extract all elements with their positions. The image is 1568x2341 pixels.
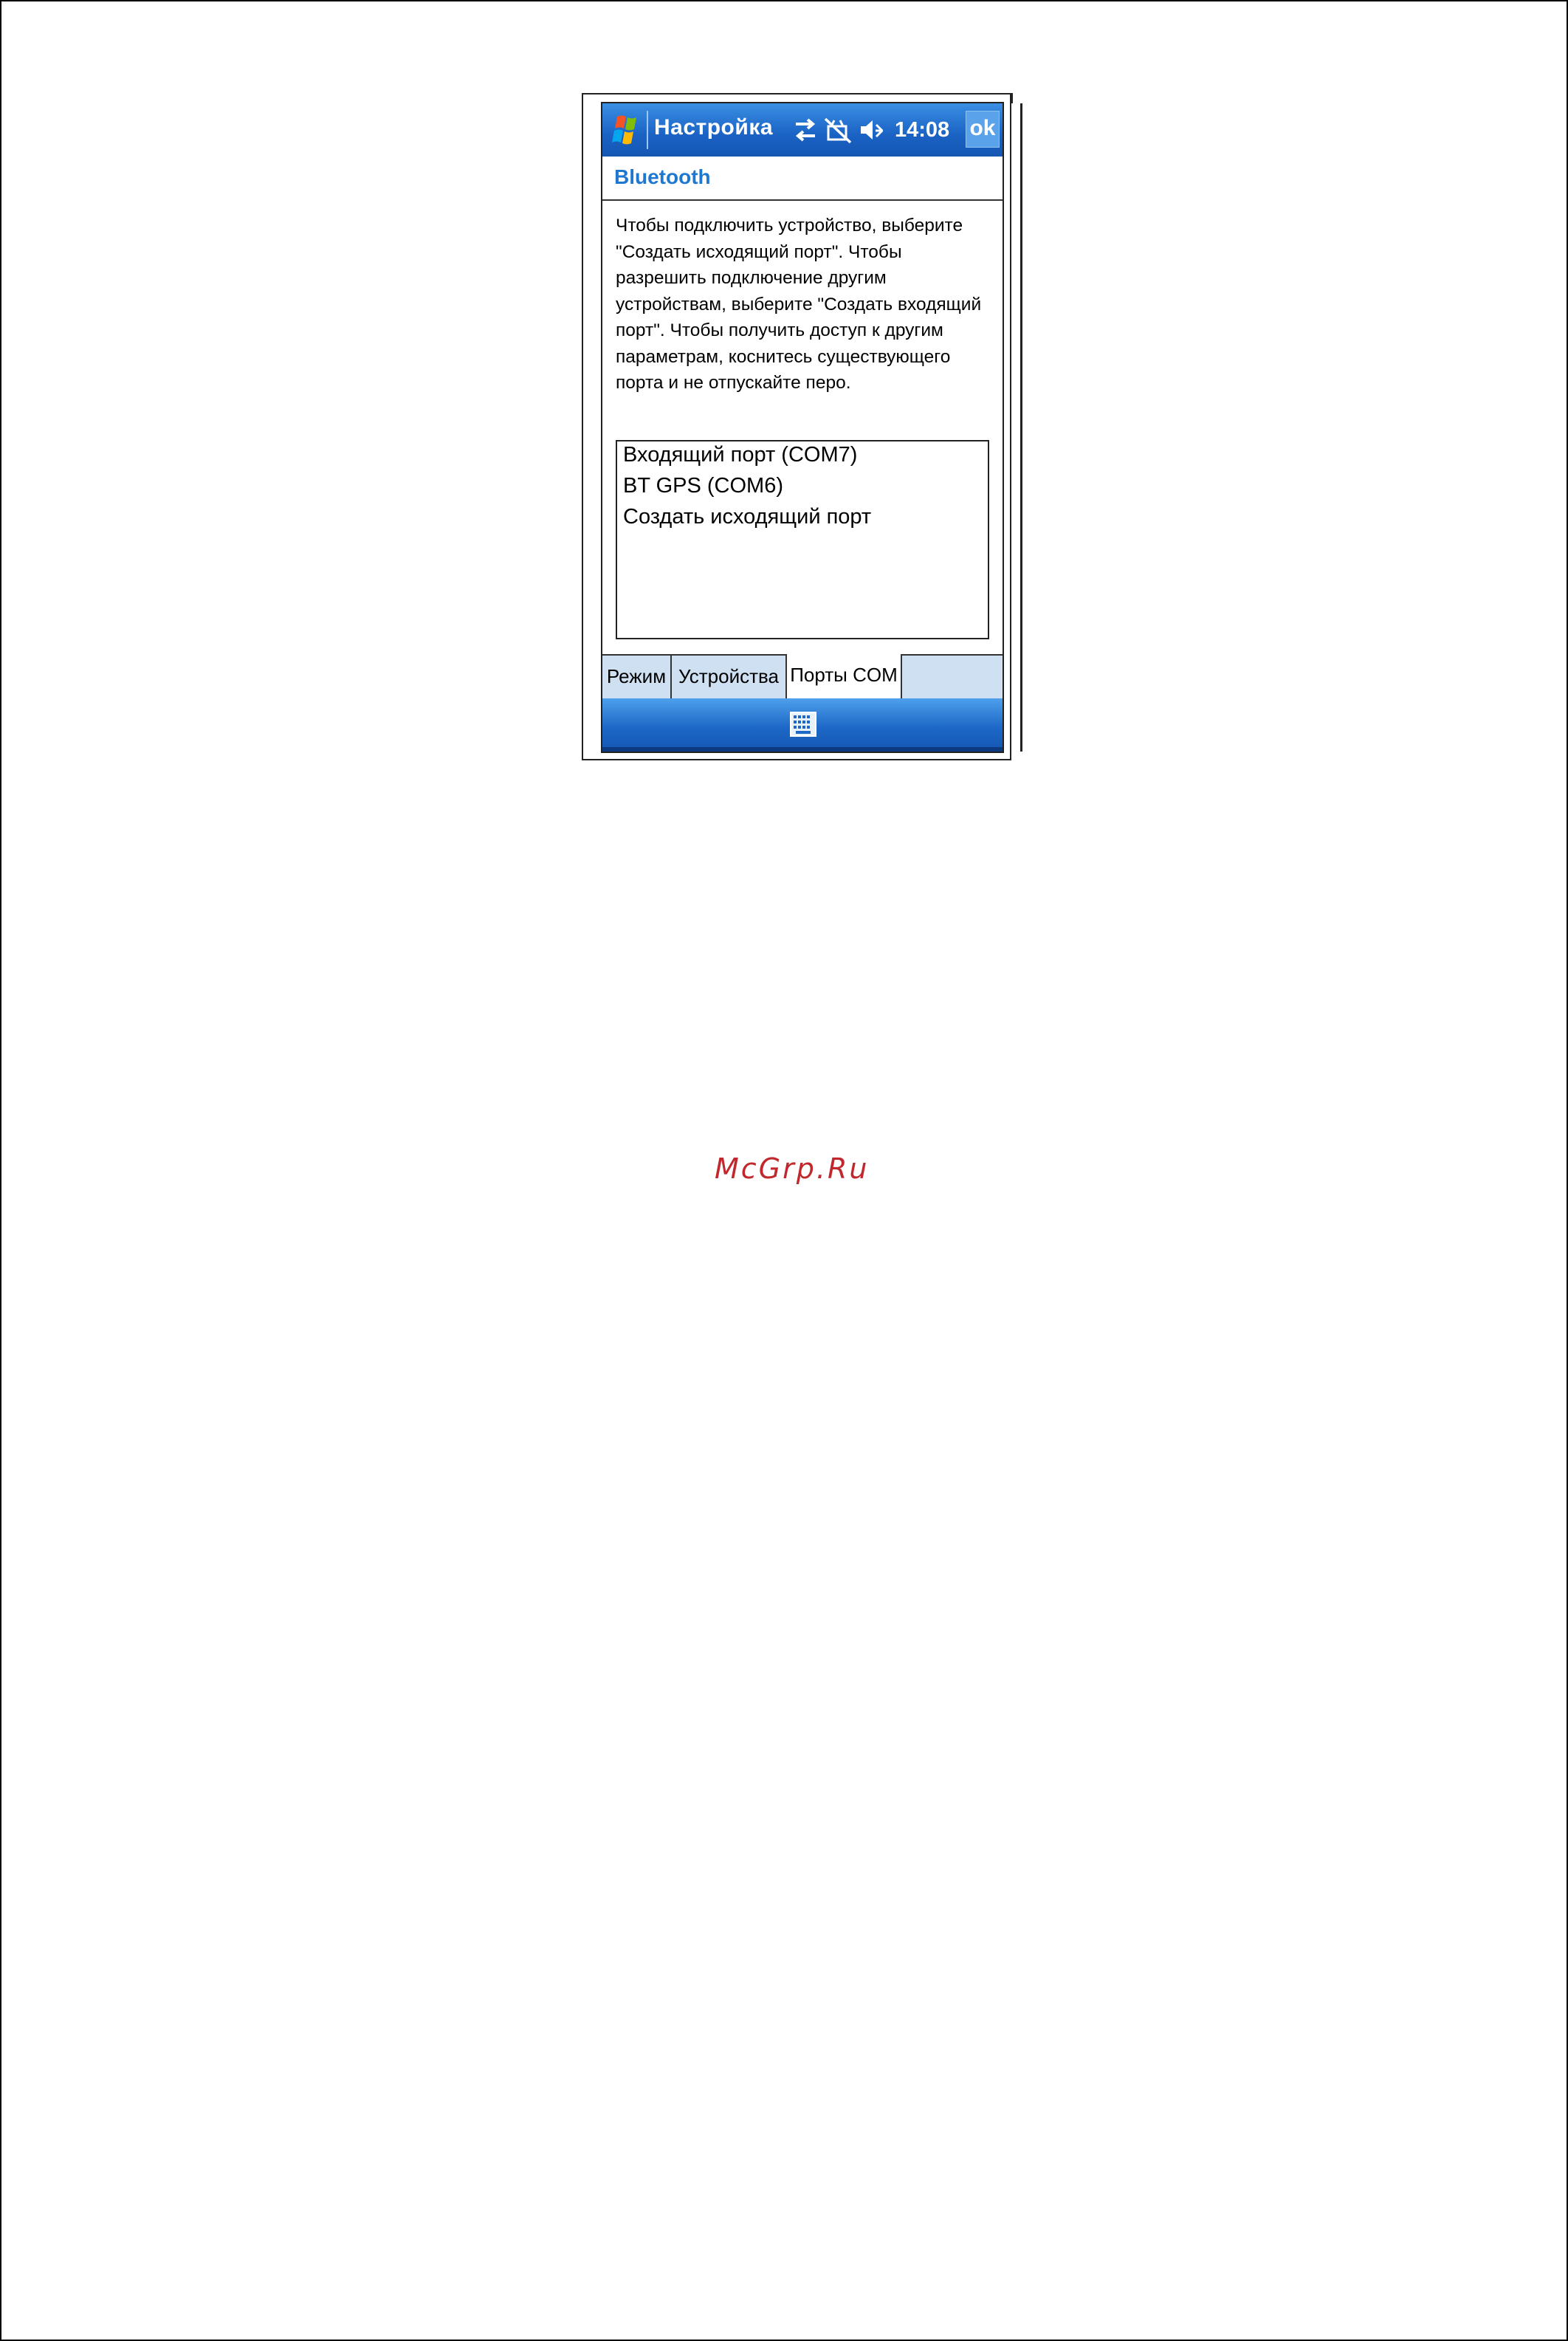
list-item[interactable]: Создать исходящий порт (623, 505, 871, 529)
tab-com-ports[interactable]: Порты COM (787, 654, 902, 700)
tab-bar: Режим Устройства Порты COM (602, 654, 1003, 700)
keyboard-icon[interactable] (790, 712, 816, 737)
volume-mute-icon[interactable] (858, 116, 884, 144)
page-title: Bluetooth (614, 165, 711, 188)
list-item[interactable]: Входящий порт (COM7) (623, 443, 857, 467)
com-port-list[interactable]: Входящий порт (COM7) BT GPS (COM6) Созда… (616, 440, 989, 639)
tab-mode[interactable]: Режим (602, 656, 672, 698)
list-item[interactable]: BT GPS (COM6) (623, 474, 783, 498)
window-title: Настройка (654, 115, 774, 140)
ok-button[interactable]: ok (966, 111, 1000, 148)
pocketpc-screen: Настройка 14:08 ok Bluetooth Чтобы подкл… (601, 102, 1004, 753)
watermark-text: McGrp.Ru (715, 1152, 870, 1185)
title-bar: Настройка 14:08 ok (602, 103, 1003, 157)
instructions-text: Чтобы подключить устройство, выберите "С… (616, 216, 982, 393)
signal-off-icon[interactable] (824, 116, 852, 144)
tab-devices[interactable]: Устройства (672, 656, 787, 698)
page-heading: Bluetooth (602, 157, 1003, 201)
clock[interactable]: 14:08 (895, 118, 949, 142)
menu-bar (602, 698, 1003, 752)
frame-shadow (1020, 103, 1022, 752)
title-separator (647, 111, 648, 149)
connectivity-icon[interactable] (793, 117, 818, 143)
status-area: 14:08 (793, 112, 949, 148)
windows-start-icon[interactable] (607, 111, 645, 149)
frame-shadow (1011, 93, 1013, 103)
menubar-bottom-edge (602, 747, 1003, 752)
